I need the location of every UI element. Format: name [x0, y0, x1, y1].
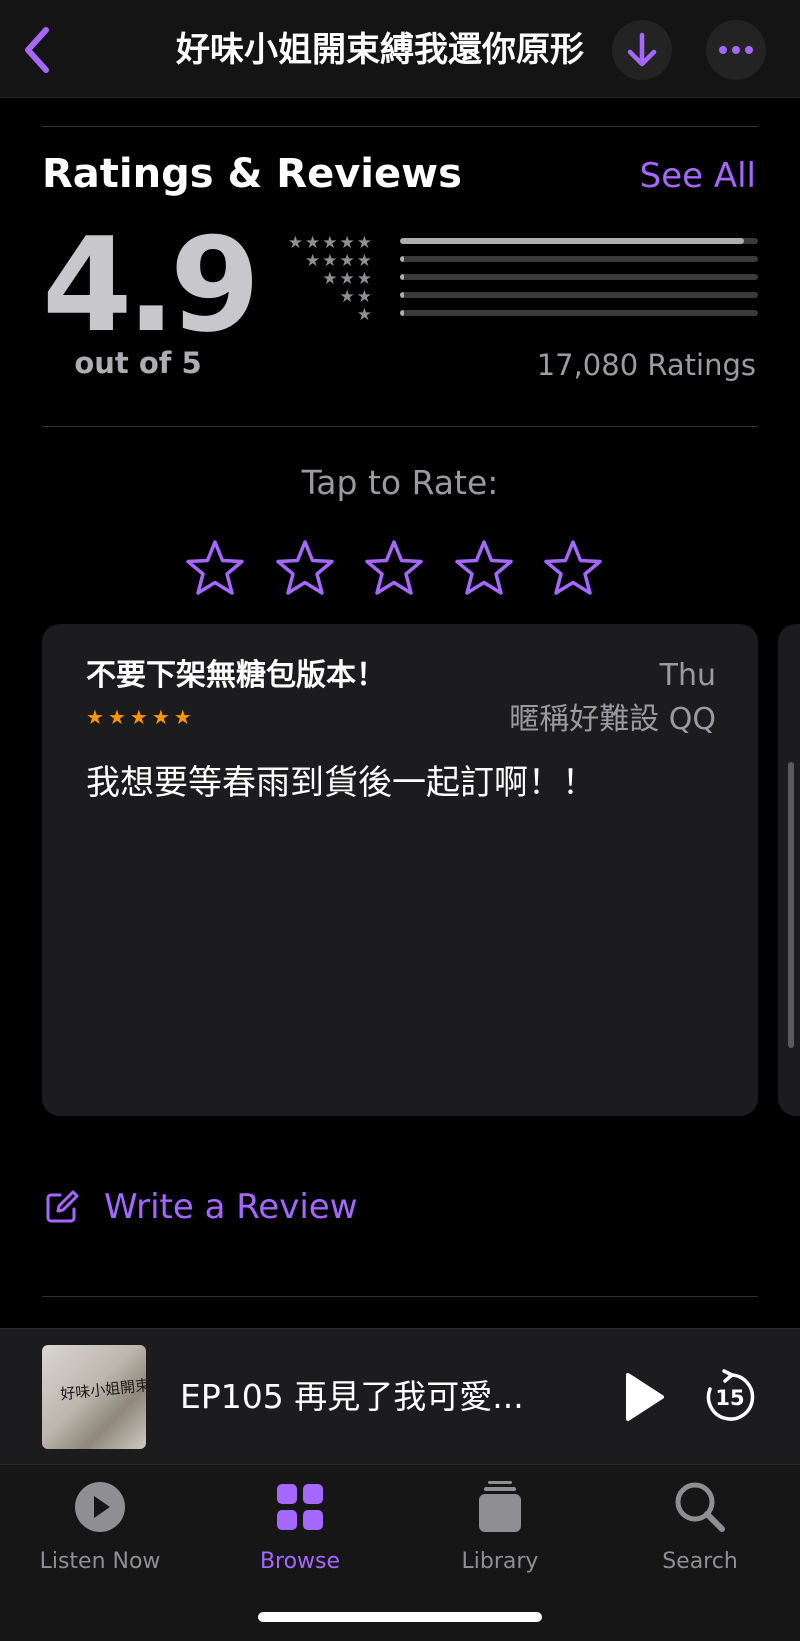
star-level-labels: ★★★★★ ★★★★ ★★★ ★★ ★: [262, 234, 374, 324]
skip-forward-button[interactable]: 15: [702, 1369, 758, 1425]
rate-star-3-icon[interactable]: [363, 538, 425, 600]
library-stack-icon: [479, 1481, 521, 1532]
ratings-count: 17,080 Ratings: [536, 348, 756, 382]
review-star-rating: ★★★★★: [86, 704, 196, 730]
review-card[interactable]: 不要下架無糖包版本！ Thu ★★★★★ 暱稱好難設 QQ 我想要等春雨到貨後一…: [42, 624, 758, 1116]
now-playing-title[interactable]: EP105 再見了我可愛...: [180, 1373, 560, 1421]
write-review-button[interactable]: Write a Review: [44, 1182, 358, 1232]
see-all-link[interactable]: See All: [640, 152, 756, 200]
compose-icon: [46, 1190, 79, 1223]
review-date: Thu: [659, 658, 716, 693]
tab-label: Browse: [259, 1549, 341, 1574]
chevron-left-icon: [25, 27, 49, 73]
rate-star-4-icon[interactable]: [453, 538, 515, 600]
rate-star-5-icon[interactable]: [542, 538, 604, 600]
skip-seconds-label: 15: [715, 1386, 744, 1410]
rating-bar-5-star: [400, 238, 758, 244]
arrow-down-icon: [627, 32, 657, 67]
review-star-icon: ★: [129, 705, 152, 729]
download-button[interactable]: [612, 20, 672, 80]
section-divider: [42, 426, 758, 427]
scrollbar[interactable]: [788, 762, 794, 1048]
tab-search[interactable]: Search: [610, 1479, 790, 1579]
rating-bar-fill: [400, 292, 404, 298]
artwork-handwriting: 好味小姐開束縛我還你原型: [59, 1366, 146, 1404]
tab-browse[interactable]: Browse: [210, 1479, 390, 1579]
rating-bar-1-star: [400, 310, 758, 316]
tab-label: Listen Now: [39, 1549, 161, 1574]
review-title: 不要下架無糖包版本！: [86, 658, 386, 693]
rate-star-1-icon[interactable]: [184, 538, 246, 600]
star-row-3: ★★★: [322, 269, 374, 289]
search-icon: [675, 1482, 725, 1532]
tap-to-rate-label: Tap to Rate:: [301, 463, 499, 502]
podcast-title: 好味小姐開束縛我還你原形: [176, 30, 584, 70]
more-button[interactable]: [706, 20, 766, 80]
write-review-label: Write a Review: [104, 1187, 358, 1227]
tap-to-rate-stars: [184, 538, 604, 600]
rating-bar-3-star: [400, 274, 758, 280]
star-row-1: ★: [356, 305, 374, 325]
tab-label: Library: [461, 1549, 539, 1574]
review-author: 暱稱好難設 QQ: [509, 702, 716, 737]
play-icon: [626, 1373, 664, 1421]
mini-player[interactable]: 好味小姐開束縛我還你原型 EP105 再見了我可愛... 15: [0, 1328, 800, 1464]
back-button[interactable]: [14, 22, 62, 78]
tab-label: Search: [662, 1549, 738, 1574]
star-row-4: ★★★★: [305, 251, 374, 271]
review-star-icon: ★: [86, 705, 108, 729]
episode-artwork[interactable]: 好味小姐開束縛我還你原型: [42, 1345, 146, 1449]
play-button[interactable]: [620, 1369, 670, 1425]
rating-bar-fill: [400, 238, 744, 244]
ratings-section-title: Ratings & Reviews: [42, 151, 462, 197]
review-star-icon: ★: [107, 705, 130, 729]
rating-bar-2-star: [400, 292, 758, 298]
rating-bar-fill: [400, 310, 404, 316]
tab-library[interactable]: Library: [410, 1479, 590, 1579]
rating-bar-fill: [400, 274, 404, 280]
section-divider: [42, 1296, 758, 1297]
rating-bar-4-star: [400, 256, 758, 262]
home-indicator: [258, 1612, 542, 1622]
navigation-bar: 好味小姐開束縛我還你原形: [0, 0, 800, 98]
review-body: 我想要等春雨到貨後一起訂啊！！: [86, 763, 596, 803]
rating-bar-fill: [400, 256, 404, 262]
review-star-icon: ★: [151, 705, 174, 729]
star-row-5: ★★★★★: [287, 233, 374, 253]
tab-listen-now[interactable]: Listen Now: [10, 1479, 190, 1579]
rate-star-2-icon[interactable]: [274, 538, 336, 600]
star-row-2: ★★: [339, 287, 374, 307]
rating-distribution: [400, 238, 758, 328]
skip-forward-15-icon: 15: [706, 1369, 755, 1421]
ellipsis-icon: [719, 46, 753, 54]
play-circle-icon: [75, 1482, 125, 1532]
average-rating: 4.9: [42, 209, 260, 361]
section-divider: [42, 126, 758, 127]
grid-icon: [277, 1484, 323, 1530]
out-of-label: out of 5: [74, 346, 202, 380]
review-star-icon: ★: [173, 705, 196, 729]
